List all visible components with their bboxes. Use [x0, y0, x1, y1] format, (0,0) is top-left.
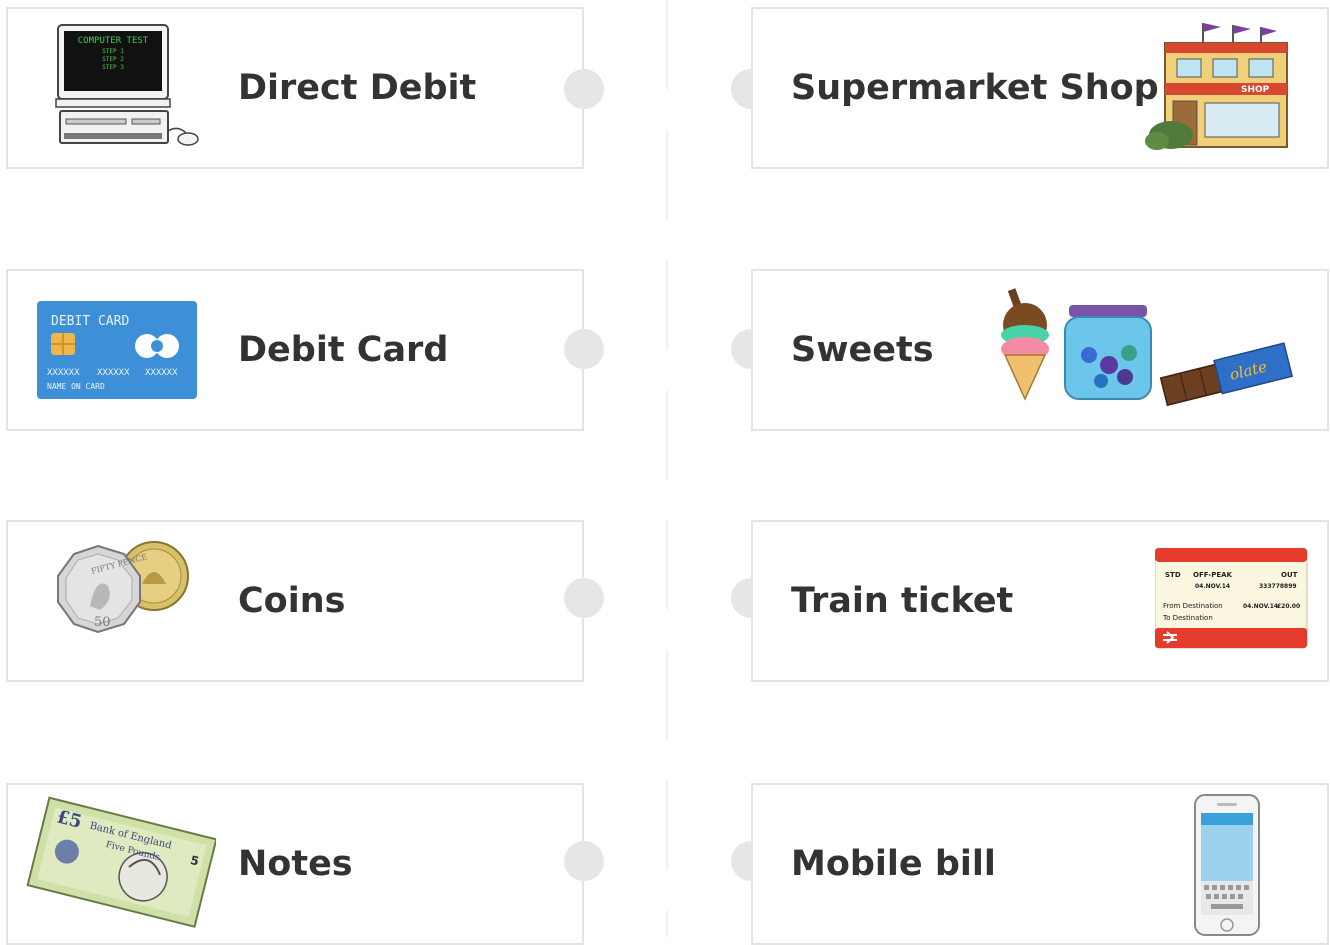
card-coins[interactable]: FIFTY PENCE 50 Coins: [6, 520, 584, 682]
card-mobile-bill[interactable]: Mobile bill: [751, 783, 1329, 945]
ticket-date: 04.NOV.14: [1195, 583, 1230, 590]
shop-sign: SHOP: [1241, 85, 1270, 95]
banknote-icon: £5 Bank of England Five Pounds 5: [26, 795, 216, 929]
card-supermarket-shop[interactable]: Supermarket Shop SHOP: [751, 7, 1329, 169]
card-number-1: XXXXXX: [47, 368, 80, 378]
train-ticket-icon: STD OFF-PEAK OUT 04.NOV.14 333778899 Fro…: [1155, 548, 1309, 650]
coins-icon: FIFTY PENCE 50: [46, 540, 196, 656]
screen-line-1: COMPUTER TEST: [78, 36, 149, 46]
mobile-phone-icon: [1193, 793, 1263, 937]
coin-value: 50: [94, 615, 111, 630]
card-label: Direct Debit: [238, 68, 477, 108]
card-holder-name: NAME ON CARD: [47, 382, 105, 391]
card-label: Coins: [238, 581, 346, 621]
connector-knob-debit-card[interactable]: [564, 329, 604, 369]
ticket-number: 333778899: [1259, 583, 1297, 590]
card-label: Notes: [238, 844, 353, 884]
card-label: Train ticket: [791, 581, 1014, 621]
card-label: Supermarket Shop: [791, 68, 1159, 108]
card-label: Sweets: [791, 330, 934, 370]
card-number-3: XXXXXX: [145, 368, 178, 378]
ticket-from: From Destination: [1163, 602, 1223, 610]
card-train-ticket[interactable]: Train ticket STD OFF-PEAK OUT 04.NOV.14 …: [751, 520, 1329, 682]
debit-card-icon: DEBIT CARD XXXXXX XXXXXX XXXXXX NAME ON …: [37, 301, 197, 399]
screen-line-2: STEP 1: [102, 48, 124, 55]
connector-knob-direct-debit[interactable]: [564, 69, 604, 109]
ticket-to: To Destination: [1162, 614, 1213, 622]
connector-knob-coins[interactable]: [564, 578, 604, 618]
shop-icon: SHOP: [1143, 19, 1293, 153]
card-label: Debit Card: [238, 330, 449, 370]
card-debit-card[interactable]: DEBIT CARD XXXXXX XXXXXX XXXXXX NAME ON …: [6, 269, 584, 431]
ticket-type: OFF-PEAK: [1193, 571, 1233, 579]
ticket-direction: OUT: [1281, 571, 1298, 579]
card-number-2: XXXXXX: [97, 368, 130, 378]
card-notes[interactable]: £5 Bank of England Five Pounds 5 Notes: [6, 783, 584, 945]
computer-icon: COMPUTER TEST STEP 1 STEP 2 STEP 3: [54, 23, 204, 151]
card-sweets[interactable]: Sweets olate: [751, 269, 1329, 431]
ticket-date-2: 04.NOV.14: [1243, 603, 1278, 610]
card-label: Mobile bill: [791, 844, 996, 884]
ticket-class: STD: [1165, 571, 1181, 579]
connector-knob-notes[interactable]: [564, 841, 604, 881]
center-divider: [666, 0, 668, 937]
sweets-icon: olate: [997, 285, 1297, 415]
ticket-price: £20.00: [1277, 603, 1300, 610]
screen-line-4: STEP 3: [102, 64, 124, 71]
card-title: DEBIT CARD: [51, 314, 129, 329]
screen-line-3: STEP 2: [102, 56, 124, 63]
card-direct-debit[interactable]: COMPUTER TEST STEP 1 STEP 2 STEP 3 Direc…: [6, 7, 584, 169]
